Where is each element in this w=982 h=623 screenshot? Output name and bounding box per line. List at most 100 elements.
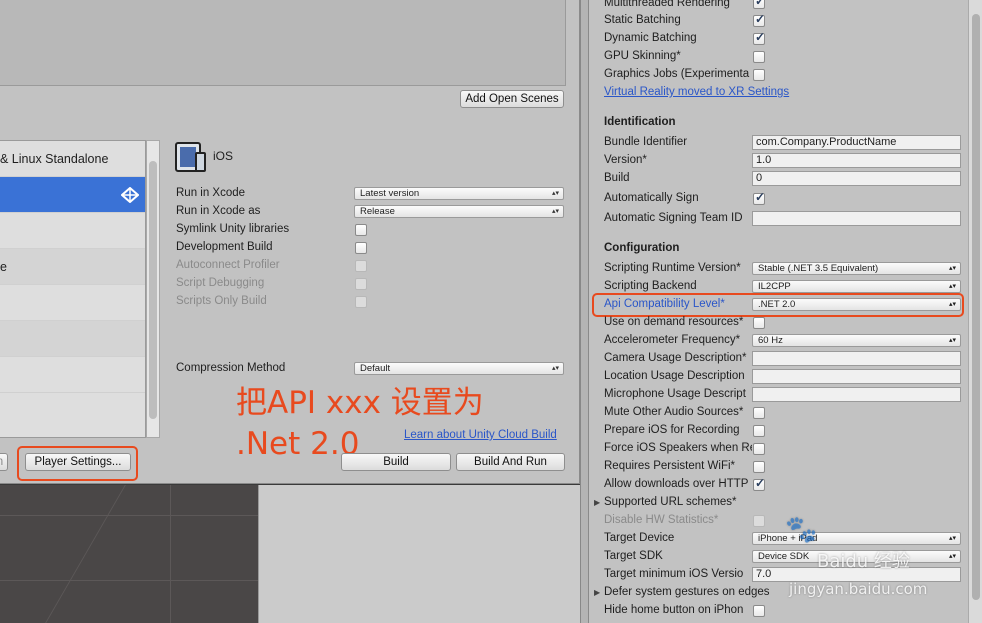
dynamic-batching-checkbox[interactable]: ✓ bbox=[753, 30, 766, 45]
unity-cloud-build-link[interactable]: Learn about Unity Cloud Build bbox=[404, 429, 557, 441]
build-number-field[interactable]: 0 bbox=[752, 171, 961, 186]
check-mark-icon: ✓ bbox=[755, 190, 766, 204]
signing-team-id-field[interactable] bbox=[752, 211, 961, 226]
run-in-xcode-as-label: Run in Xcode as bbox=[176, 205, 261, 217]
version-field[interactable]: 1.0 bbox=[752, 153, 961, 168]
requires-wifi-checkbox[interactable] bbox=[753, 461, 765, 473]
platform-item-ios-selected[interactable] bbox=[0, 177, 145, 213]
multithreaded-rendering-checkbox[interactable]: ✓ bbox=[753, 0, 765, 9]
dropdown-value: 60 Hz bbox=[758, 335, 783, 346]
configuration-header: Configuration bbox=[604, 242, 680, 254]
symlink-unity-libraries-checkbox[interactable] bbox=[355, 224, 367, 236]
check-mark-icon: ✓ bbox=[755, 30, 766, 44]
inspector-scrollbar[interactable] bbox=[968, 0, 982, 623]
scene-grid-line bbox=[170, 485, 171, 623]
check-mark-icon: ✓ bbox=[755, 12, 766, 26]
scripts-only-build-checkbox bbox=[355, 296, 367, 308]
unity-logo-icon bbox=[121, 187, 139, 203]
compression-method-dropdown[interactable]: Default ▴▾ bbox=[354, 362, 564, 375]
annotation-instruction: 把API xxx 设置为 bbox=[236, 385, 484, 421]
bundle-identifier-field[interactable]: com.Company.ProductName bbox=[752, 135, 961, 150]
disable-hw-statistics-label: Disable HW Statistics* bbox=[604, 514, 719, 526]
microphone-usage-field[interactable] bbox=[752, 387, 961, 402]
run-in-xcode-as-dropdown[interactable]: Release ▴▾ bbox=[354, 205, 564, 218]
force-ios-speakers-label: Force iOS Speakers when Re bbox=[604, 442, 752, 454]
vr-moved-link[interactable]: Virtual Reality moved to XR Settings bbox=[604, 86, 789, 98]
location-usage-field[interactable] bbox=[752, 369, 961, 384]
run-in-xcode-dropdown[interactable]: Latest version ▴▾ bbox=[354, 187, 564, 200]
platform-item-linux-standalone[interactable]: & Linux Standalone bbox=[0, 141, 145, 177]
hide-home-button-checkbox[interactable] bbox=[753, 605, 765, 617]
microphone-usage-label: Microphone Usage Descript bbox=[604, 388, 746, 400]
force-ios-speakers-checkbox[interactable] bbox=[753, 443, 765, 455]
dropdown-value: IL2CPP bbox=[758, 281, 791, 292]
script-debugging-checkbox bbox=[355, 278, 367, 290]
identification-header: Identification bbox=[604, 116, 676, 128]
platform-item[interactable] bbox=[0, 357, 145, 393]
build-number-label: Build bbox=[604, 172, 630, 184]
foldout-arrow-icon[interactable]: ▶ bbox=[594, 588, 600, 597]
defer-system-gestures-foldout[interactable]: Defer system gestures on edges bbox=[604, 586, 784, 598]
updown-arrow-icon: ▴▾ bbox=[948, 265, 956, 272]
symlink-unity-libraries-label: Symlink Unity libraries bbox=[176, 223, 290, 235]
check-mark-icon: ✓ bbox=[755, 0, 766, 8]
accelerometer-frequency-dropdown[interactable]: 60 Hz ▴▾ bbox=[752, 334, 961, 347]
autoconnect-profiler-checkbox bbox=[355, 260, 367, 272]
target-min-ios-label: Target minimum iOS Versio bbox=[604, 568, 744, 580]
scrollbar-thumb[interactable] bbox=[149, 161, 157, 419]
mute-other-audio-checkbox[interactable] bbox=[753, 407, 765, 419]
highlight-box-api-compatibility bbox=[592, 293, 964, 317]
mute-other-audio-label: Mute Other Audio Sources* bbox=[604, 406, 744, 418]
version-label: Version* bbox=[604, 154, 647, 166]
player-settings-inspector: Multithreaded Rendering ✓ Static Batchin… bbox=[588, 0, 982, 623]
platform-item[interactable] bbox=[0, 321, 145, 357]
prepare-ios-recording-label: Prepare iOS for Recording bbox=[604, 424, 740, 436]
switch-platform-button[interactable]: n bbox=[0, 453, 8, 471]
development-build-checkbox[interactable] bbox=[355, 242, 367, 254]
dropdown-value: Device SDK bbox=[758, 551, 810, 562]
allow-http-checkbox[interactable]: ✓ bbox=[753, 476, 766, 491]
scrollbar-thumb[interactable] bbox=[972, 14, 980, 600]
scenes-in-build-list[interactable] bbox=[0, 0, 566, 86]
bundle-identifier-label: Bundle Identifier bbox=[604, 136, 688, 148]
static-batching-checkbox[interactable]: ✓ bbox=[753, 12, 766, 27]
scene-grid-line bbox=[0, 580, 258, 581]
supported-url-schemes-foldout[interactable]: Supported URL schemes* bbox=[604, 496, 784, 508]
platform-item[interactable]: e bbox=[0, 249, 145, 285]
scene-view[interactable] bbox=[0, 485, 258, 623]
on-demand-resources-label: Use on demand resources* bbox=[604, 316, 744, 328]
compression-method-label: Compression Method bbox=[176, 362, 286, 374]
automatically-sign-checkbox[interactable]: ✓ bbox=[753, 190, 766, 205]
gpu-skinning-checkbox[interactable] bbox=[753, 51, 765, 63]
check-mark-icon: ✓ bbox=[755, 476, 766, 490]
hierarchy-panel bbox=[258, 485, 580, 623]
gpu-skinning-label: GPU Skinning* bbox=[604, 50, 681, 62]
platform-item[interactable] bbox=[0, 285, 145, 321]
scripting-backend-dropdown[interactable]: IL2CPP ▴▾ bbox=[752, 280, 961, 293]
foldout-arrow-icon[interactable]: ▶ bbox=[594, 498, 600, 507]
script-debugging-label: Script Debugging bbox=[176, 277, 265, 289]
scripting-runtime-dropdown[interactable]: Stable (.NET 3.5 Equivalent) ▴▾ bbox=[752, 262, 961, 275]
platform-title: iOS bbox=[213, 149, 234, 163]
prepare-ios-recording-checkbox[interactable] bbox=[753, 425, 765, 437]
multithreaded-rendering-label: Multithreaded Rendering bbox=[604, 0, 730, 9]
updown-arrow-icon: ▴▾ bbox=[948, 283, 956, 290]
run-in-xcode-label: Run in Xcode bbox=[176, 187, 246, 199]
on-demand-resources-checkbox[interactable] bbox=[753, 317, 765, 329]
camera-usage-field[interactable] bbox=[752, 351, 961, 366]
platform-list[interactable]: & Linux Standalone e bbox=[0, 140, 146, 438]
dropdown-value: Latest version bbox=[360, 188, 420, 199]
graphics-jobs-checkbox[interactable] bbox=[753, 69, 765, 81]
build-and-run-button[interactable]: Build And Run bbox=[456, 453, 565, 471]
platform-list-scrollbar[interactable] bbox=[146, 140, 160, 438]
updown-arrow-icon: ▴▾ bbox=[551, 365, 559, 372]
location-usage-label: Location Usage Description bbox=[604, 370, 745, 382]
dropdown-value: Release bbox=[360, 206, 395, 217]
target-device-dropdown[interactable]: iPhone + iPad ▴▾ bbox=[752, 532, 961, 545]
add-open-scenes-button[interactable]: Add Open Scenes bbox=[460, 90, 564, 108]
build-button[interactable]: Build bbox=[341, 453, 451, 471]
build-settings-window: Add Open Scenes & Linux Standalone e iOS… bbox=[0, 0, 580, 484]
platform-item[interactable] bbox=[0, 213, 145, 249]
iphone-icon bbox=[195, 152, 206, 172]
panel-divider[interactable] bbox=[580, 0, 588, 623]
